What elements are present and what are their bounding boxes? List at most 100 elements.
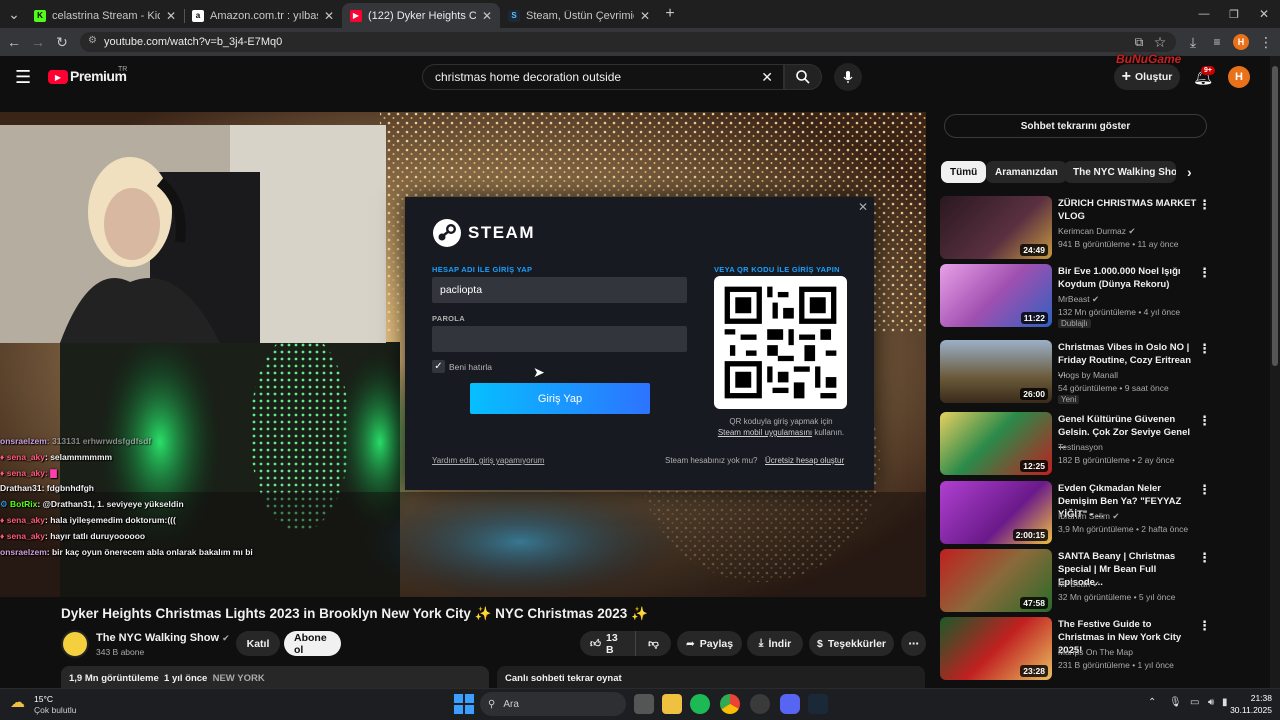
recommendation-channel[interactable]: MrBeast	[1058, 294, 1090, 304]
channel-name-row[interactable]: The NYC Walking Show ✔	[96, 632, 230, 644]
create-button[interactable]: + Oluştur	[1114, 64, 1180, 90]
browser-menu-icon[interactable]: ⋮	[1257, 33, 1275, 51]
clock-date[interactable]: 30.11.2025	[1228, 705, 1272, 715]
search-input[interactable]: christmas home decoration outside ✕	[422, 64, 784, 90]
windows-start-icon[interactable]	[454, 694, 474, 714]
create-account-link[interactable]: Ücretsiz hesap oluştur	[765, 456, 844, 465]
scrollbar-thumb[interactable]	[1272, 66, 1278, 366]
video-thumbnail[interactable]: 23:28	[940, 617, 1052, 680]
download-icon[interactable]: ⤓	[1184, 33, 1202, 51]
login-button[interactable]: Giriş Yap	[470, 383, 650, 414]
recommendation-item[interactable]: 11:22 Bir Eve 1.000.000 Noel Işığı Koydu…	[940, 264, 1215, 328]
tab-search-icon[interactable]: ⌄	[5, 5, 23, 23]
profile-avatar[interactable]: H	[1233, 34, 1249, 50]
more-options-icon[interactable]: ⋮	[1198, 413, 1211, 429]
more-options-icon[interactable]: ⋮	[1198, 482, 1211, 498]
recommendation-title[interactable]: Bir Eve 1.000.000 Noel Işığı Koydum (Dün…	[1058, 265, 1198, 291]
page-scrollbar[interactable]	[1270, 56, 1280, 688]
recommendation-channel[interactable]: Manps On The Map	[1058, 647, 1133, 657]
recommendation-item[interactable]: 2:00:15 Evden Çıkmadan Neler Demişim Ben…	[940, 481, 1215, 545]
recommendation-item[interactable]: 26:00 Christmas Vibes in Oslo NO | Frida…	[940, 340, 1215, 404]
recommendation-channel[interactable]: İbrahim Selim	[1058, 511, 1110, 521]
more-options-icon[interactable]: ⋮	[1198, 341, 1211, 357]
close-window-icon[interactable]: ✕	[1255, 5, 1273, 23]
video-thumbnail[interactable]: 2:00:15	[940, 481, 1052, 544]
more-options-icon[interactable]: ⋮	[1198, 618, 1211, 634]
recommendation-item[interactable]: 12:25 Genel Kültürüne Güvenen Gelsin. Ço…	[940, 412, 1215, 476]
hamburger-menu-icon[interactable]: ☰	[15, 67, 31, 88]
join-button[interactable]: Katıl	[236, 631, 280, 656]
microphone-tray-icon[interactable]: 🎙︎	[1169, 697, 1182, 708]
recommendation-item[interactable]: 47:58 SANTA Beany | Christmas Special | …	[940, 549, 1215, 613]
video-thumbnail[interactable]: 24:49	[940, 196, 1052, 259]
close-tab-icon[interactable]: ✕	[482, 9, 492, 23]
username-field[interactable]: pacliopta	[432, 277, 687, 303]
steam-mobile-app-link[interactable]: Steam mobil uygulamasını	[718, 428, 812, 437]
forward-icon[interactable]: →	[29, 33, 47, 51]
minimize-icon[interactable]: —	[1195, 5, 1213, 23]
location-tag[interactable]: NEW YORK	[213, 673, 265, 684]
clear-search-icon[interactable]: ✕	[761, 69, 773, 86]
recommendation-channel[interactable]: Vlogs by Manall	[1058, 370, 1118, 380]
bookmark-star-icon[interactable]: ☆	[1151, 33, 1169, 51]
thanks-button[interactable]: $ Teşekkürler	[809, 631, 894, 656]
browser-tab-kick[interactable]: K celastrina Stream - Kick Dashbo ✕	[26, 3, 184, 28]
recommendation-channel[interactable]: Testinasyon	[1058, 442, 1103, 452]
volume-icon[interactable]: 🔊︎	[1208, 697, 1214, 708]
share-button[interactable]: ➦ Paylaş	[677, 631, 742, 656]
chip-from-search[interactable]: Aramanızdan	[986, 161, 1067, 183]
network-icon[interactable]: ▭	[1190, 697, 1199, 708]
chip-channel[interactable]: The NYC Walking Show	[1064, 161, 1176, 183]
new-tab-icon[interactable]: +	[661, 5, 679, 23]
weather-cloud-icon[interactable]: ☁	[10, 693, 25, 711]
search-button[interactable]	[784, 64, 822, 90]
site-info-icon[interactable]: ⚙	[88, 35, 97, 46]
recommendation-item[interactable]: 24:49 ZÜRICH CHRISTMAS MARKET VLOG Kerim…	[940, 196, 1215, 260]
taskbar-search[interactable]: ⚲ Ara	[480, 692, 626, 716]
cast-icon[interactable]: ⧉	[1130, 33, 1148, 51]
recommendation-channel[interactable]: Mr Bean	[1058, 579, 1090, 589]
channel-name[interactable]: The NYC Walking Show	[96, 632, 219, 644]
account-avatar[interactable]: H	[1228, 66, 1250, 88]
app-icon[interactable]	[750, 694, 770, 714]
video-thumbnail[interactable]: 11:22	[940, 264, 1052, 327]
tray-chevron-icon[interactable]: ⌃	[1148, 697, 1156, 708]
voice-search-button[interactable]	[834, 63, 862, 91]
help-cant-login-link[interactable]: Yardım edin, giriş yapamıyorum	[432, 456, 544, 465]
battery-icon[interactable]: ▮	[1222, 697, 1228, 708]
password-field[interactable]	[432, 326, 687, 352]
reload-icon[interactable]: ↻	[53, 33, 71, 51]
reading-list-icon[interactable]: ≡	[1208, 33, 1226, 51]
address-bar[interactable]: ⚙ youtube.com/watch?v=b_3j4-E7Mq0	[80, 32, 1176, 52]
remember-me-checkbox[interactable]: ✓	[432, 360, 445, 373]
like-button[interactable]: 👍︎ 13 B	[580, 631, 635, 656]
channel-avatar[interactable]	[61, 630, 89, 658]
download-button[interactable]: ⤓ İndir	[747, 631, 803, 656]
maximize-icon[interactable]: ❐	[1225, 5, 1243, 23]
video-thumbnail[interactable]: 12:25	[940, 412, 1052, 475]
more-actions-button[interactable]: ⋯	[901, 631, 926, 656]
spotify-icon[interactable]	[690, 694, 710, 714]
file-explorer-icon[interactable]	[662, 694, 682, 714]
more-options-icon[interactable]: ⋮	[1198, 265, 1211, 281]
show-chat-replay-button[interactable]: Sohbet tekrarını göster	[944, 114, 1207, 138]
chrome-icon[interactable]	[720, 694, 740, 714]
discord-icon[interactable]	[780, 694, 800, 714]
recommendation-channel[interactable]: Kerimcan Durmaz	[1058, 226, 1126, 236]
close-tab-icon[interactable]: ✕	[166, 9, 176, 23]
recommendation-item[interactable]: 23:28 The Festive Guide to Christmas in …	[940, 617, 1215, 681]
back-icon[interactable]: ←	[5, 33, 23, 51]
task-view-icon[interactable]	[634, 694, 654, 714]
recommendation-title[interactable]: ZÜRICH CHRISTMAS MARKET VLOG	[1058, 197, 1198, 223]
more-options-icon[interactable]: ⋮	[1198, 197, 1211, 213]
video-description-box[interactable]: 1,9 Mn görüntüleme 1 yıl önce NEW YORK	[61, 666, 489, 688]
browser-tab-youtube[interactable]: ▶ (122) Dyker Heights Christmas ✕	[342, 3, 500, 28]
weather-temp[interactable]: 15°C	[34, 694, 53, 704]
clock-time[interactable]: 21:38	[1236, 693, 1272, 703]
close-dialog-icon[interactable]: ✕	[858, 200, 868, 214]
video-thumbnail[interactable]: 47:58	[940, 549, 1052, 612]
browser-tab-amazon[interactable]: a Amazon.com.tr : yılbaşı ağacı ✕	[184, 3, 342, 28]
chip-all[interactable]: Tümü	[941, 161, 987, 183]
weather-desc[interactable]: Çok bulutlu	[34, 705, 77, 715]
more-options-icon[interactable]: ⋮	[1198, 550, 1211, 566]
